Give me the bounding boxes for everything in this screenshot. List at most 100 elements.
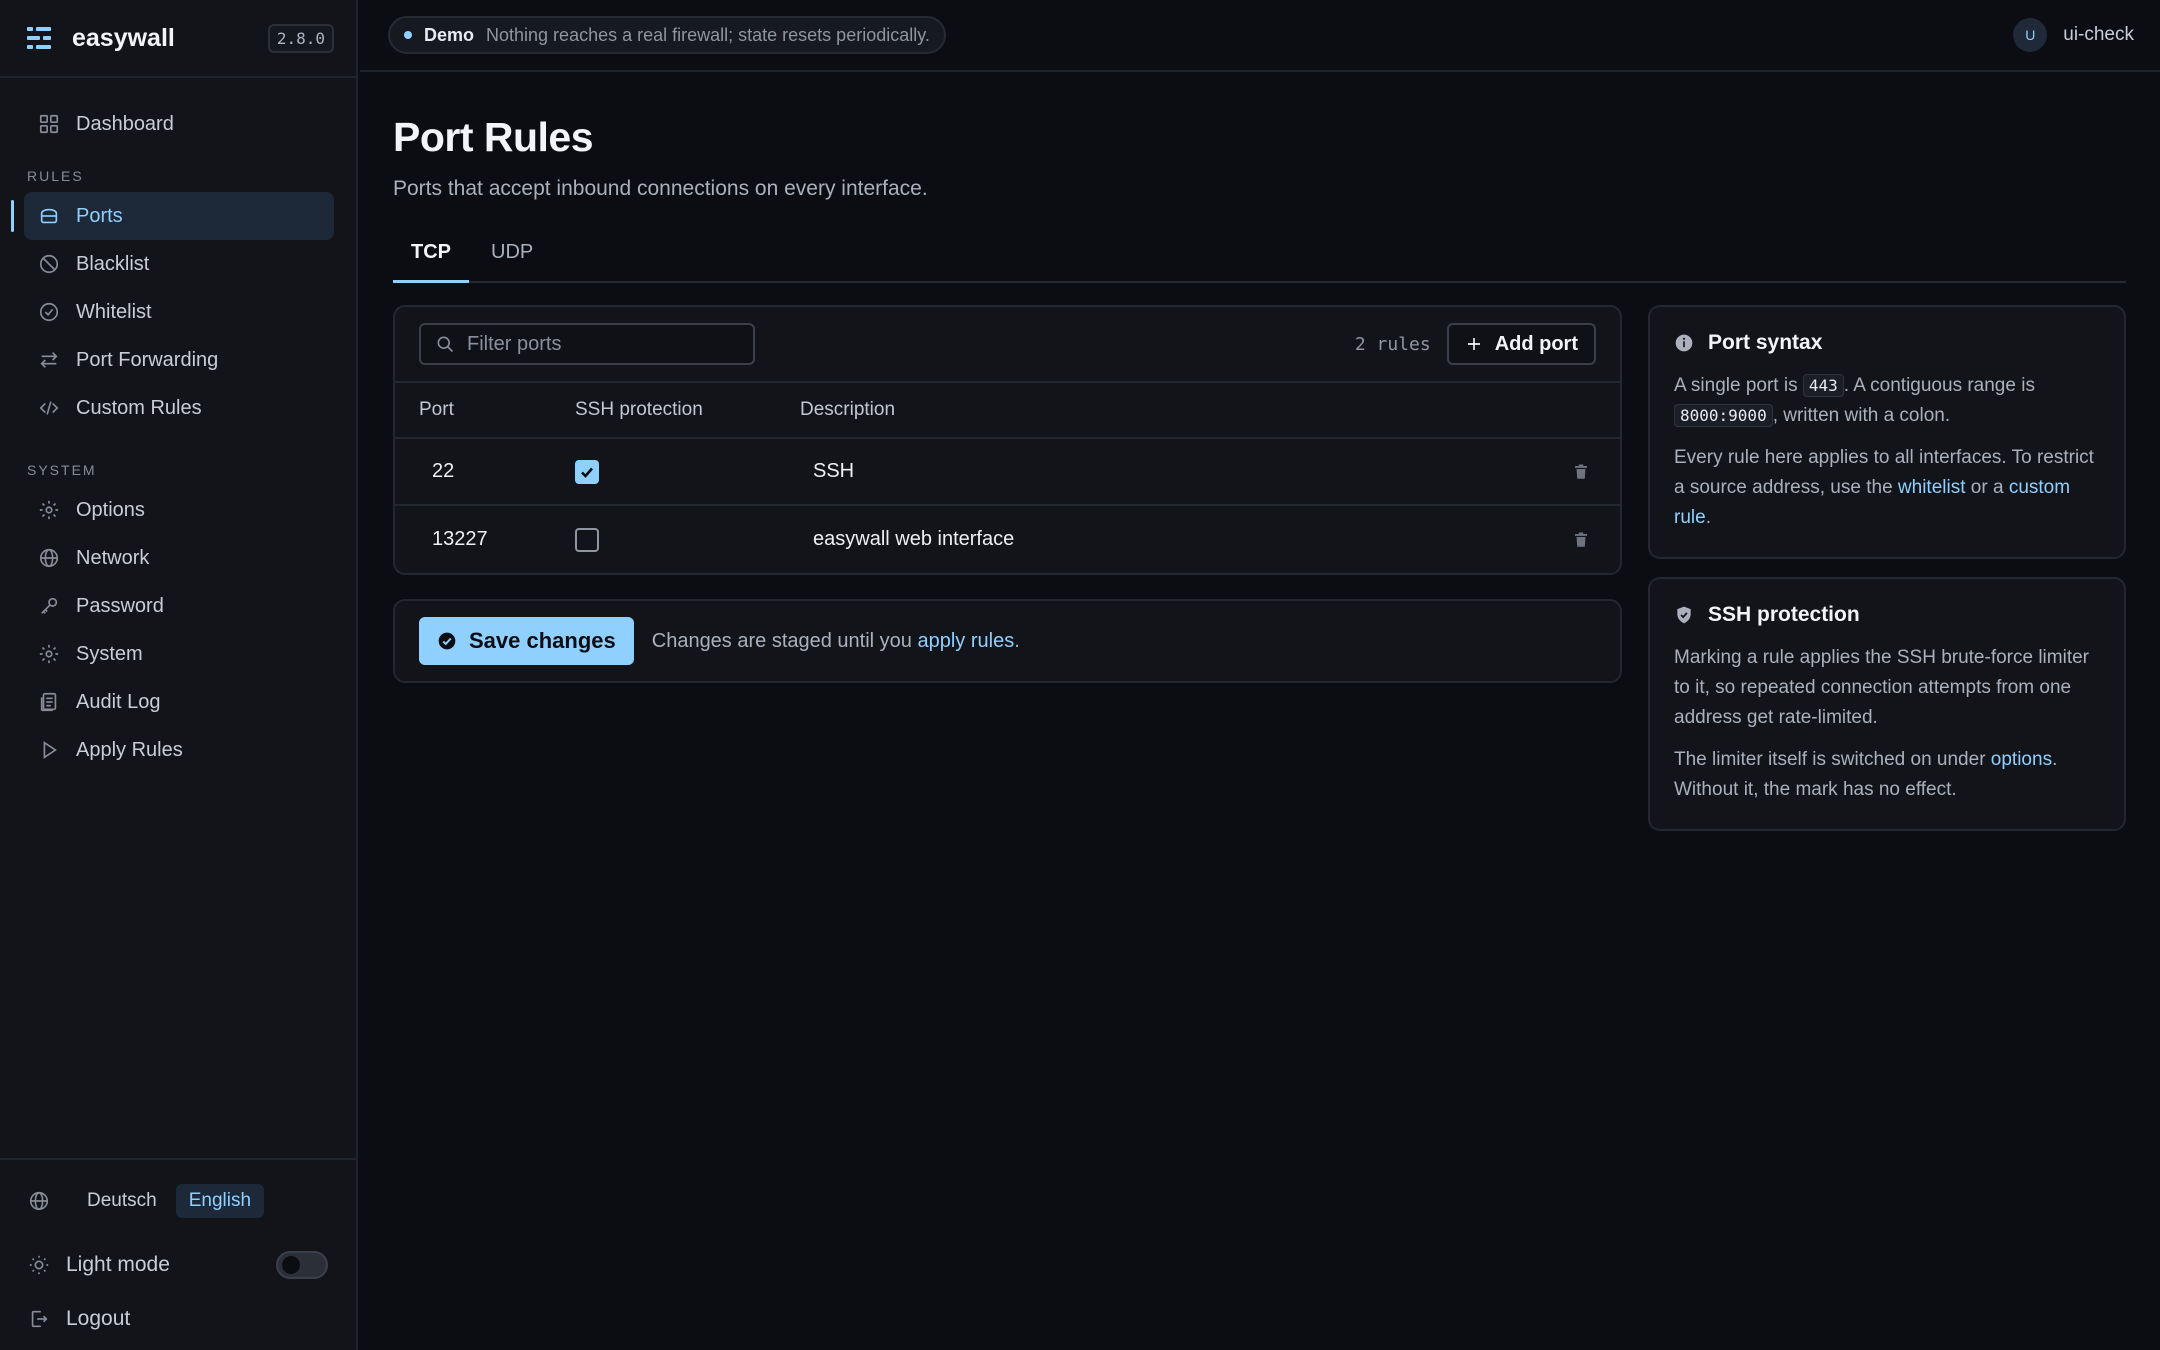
nav-item-network[interactable]: Network [24, 534, 334, 582]
search-icon [437, 336, 454, 353]
port-cell: 22 [432, 460, 455, 482]
ssh-protection-paragraph-1: Marking a rule applies the SSH brute-for… [1674, 647, 2090, 728]
logout-button[interactable]: Logout [0, 1292, 356, 1346]
table-row: 13227 easywall web interface [395, 506, 1620, 573]
ssh-protection-heading: SSH protection [1708, 603, 1860, 626]
nav-item-dashboard[interactable]: Dashboard [24, 100, 334, 148]
nav-item-label: Whitelist [76, 300, 152, 323]
add-port-label: Add port [1494, 332, 1578, 355]
options-link[interactable]: options [1991, 749, 2052, 770]
check-circle-icon [438, 632, 456, 650]
port-syntax-card: Port syntax A single port is 443. A cont… [1648, 305, 2126, 559]
demo-text: Nothing reaches a real firewall; state r… [486, 24, 930, 45]
language-english[interactable]: English [175, 1184, 265, 1218]
save-changes-button[interactable]: Save changes [419, 617, 634, 665]
nav-item-label: Port Forwarding [76, 348, 219, 371]
nav-item-label: Apply Rules [76, 738, 183, 761]
save-changes-label: Save changes [469, 628, 616, 653]
gear-icon [39, 500, 59, 520]
logout-label: Logout [66, 1307, 131, 1330]
column-header-port: Port [419, 399, 454, 420]
light-mode-toggle[interactable] [276, 1251, 328, 1279]
main-nav: Dashboard RULES Ports Blacklist Whitelis… [0, 78, 356, 774]
add-port-button[interactable]: Add port [1446, 323, 1596, 365]
nav-item-label: Audit Log [76, 690, 161, 713]
nav-item-custom-rules[interactable]: Custom Rules [24, 384, 334, 432]
port-syntax-heading: Port syntax [1708, 331, 1823, 354]
ssh-protection-checkbox[interactable] [575, 459, 599, 484]
key-icon [41, 597, 58, 614]
ssh-protection-card: SSH protection Marking a rule applies th… [1648, 577, 2126, 831]
port-syntax-paragraph-1: A single port is 443. A contiguous range… [1674, 371, 2100, 431]
avatar: U [2013, 18, 2048, 52]
actions-cell [1550, 463, 1620, 481]
nav-item-ports[interactable]: Ports [11, 192, 334, 240]
username: ui-check [2063, 24, 2134, 45]
play-icon [43, 741, 57, 759]
content-row: 2 rules Add port Port SSH protection Des… [393, 305, 2126, 831]
rules-column: 2 rules Add port Port SSH protection Des… [393, 305, 1622, 831]
nav-item-blacklist[interactable]: Blacklist [24, 240, 334, 288]
column-header-description: Description [800, 399, 896, 420]
actions-cell [1550, 531, 1620, 549]
ssh-cell [575, 527, 800, 552]
whitelist-link[interactable]: whitelist [1898, 477, 1966, 498]
language-switcher: Deutsch English [0, 1182, 356, 1220]
demo-banner: Demo Nothing reaches a real firewall; st… [388, 16, 946, 54]
nav-item-label: Dashboard [76, 112, 174, 135]
arrows-icon [40, 352, 58, 368]
table-toolbar: 2 rules Add port [395, 307, 1620, 383]
nav-item-audit-log[interactable]: Audit Log [24, 678, 334, 726]
nav-item-label: Custom Rules [76, 396, 202, 419]
gear-icon [39, 644, 59, 664]
rule-count: 2 rules [1354, 333, 1431, 355]
nav-item-password[interactable]: Password [24, 582, 334, 630]
tab-tcp[interactable]: TCP [393, 237, 469, 283]
apply-rules-link[interactable]: apply rules [917, 630, 1014, 652]
ssh-protection-checkbox[interactable] [575, 527, 599, 552]
nav-item-label: Blacklist [76, 252, 150, 275]
ban-icon [39, 254, 59, 274]
demo-label: Demo [424, 24, 475, 45]
nav-item-label: System [76, 642, 143, 665]
plus-icon [1467, 338, 1480, 350]
nav-item-label: Options [76, 498, 145, 521]
text: . [1705, 507, 1711, 528]
language-deutsch[interactable]: Deutsch [74, 1184, 170, 1218]
ssh-cell [575, 459, 800, 484]
nav-item-whitelist[interactable]: Whitelist [24, 288, 334, 336]
save-note-text: Changes are staged until you [651, 629, 918, 652]
main-content: Port Rules Ports that accept inbound con… [393, 72, 2126, 831]
text: or a [1965, 477, 2009, 498]
code-icon [39, 401, 59, 415]
column-header-ssh: SSH protection [575, 399, 703, 420]
table-header: Port SSH protection Description [395, 383, 1620, 439]
text: . A contiguous range is [1843, 375, 2035, 396]
nav-item-label: Password [76, 594, 164, 617]
nav-section-rules: RULES [27, 168, 84, 184]
nav-item-apply-rules[interactable]: Apply Rules [24, 726, 334, 774]
shield-check-icon [1677, 606, 1691, 624]
port-cell: 13227 [432, 528, 488, 550]
ssh-protection-paragraph-2: The limiter itself is switched on under … [1674, 745, 2100, 805]
save-bar: Save changes Changes are staged until yo… [393, 599, 1622, 683]
user-menu[interactable]: U ui-check [2013, 18, 2134, 52]
light-mode-row: Light mode [0, 1238, 356, 1292]
text: The limiter itself is switched on under [1674, 749, 1991, 770]
app-name: easywall [72, 23, 175, 52]
brand: easywall 2.8.0 [0, 0, 356, 78]
port-rules-card: 2 rules Add port Port SSH protection Des… [393, 305, 1622, 575]
filter-box [419, 323, 755, 365]
nav-item-options[interactable]: Options [24, 486, 334, 534]
nav-item-label: Network [76, 546, 150, 569]
delete-row-icon[interactable] [1572, 531, 1590, 549]
nav-item-port-forwarding[interactable]: Port Forwarding [24, 336, 334, 384]
sidebar: easywall 2.8.0 Dashboard RULES Ports Bla… [0, 0, 358, 1350]
delete-row-icon[interactable] [1572, 463, 1590, 481]
tab-udp[interactable]: UDP [473, 237, 551, 281]
light-mode-label: Light mode [66, 1253, 170, 1276]
filter-ports-input[interactable] [467, 332, 737, 356]
check-icon [581, 467, 593, 478]
topbar: Demo Nothing reaches a real firewall; st… [360, 0, 2160, 72]
nav-item-system[interactable]: System [24, 630, 334, 678]
